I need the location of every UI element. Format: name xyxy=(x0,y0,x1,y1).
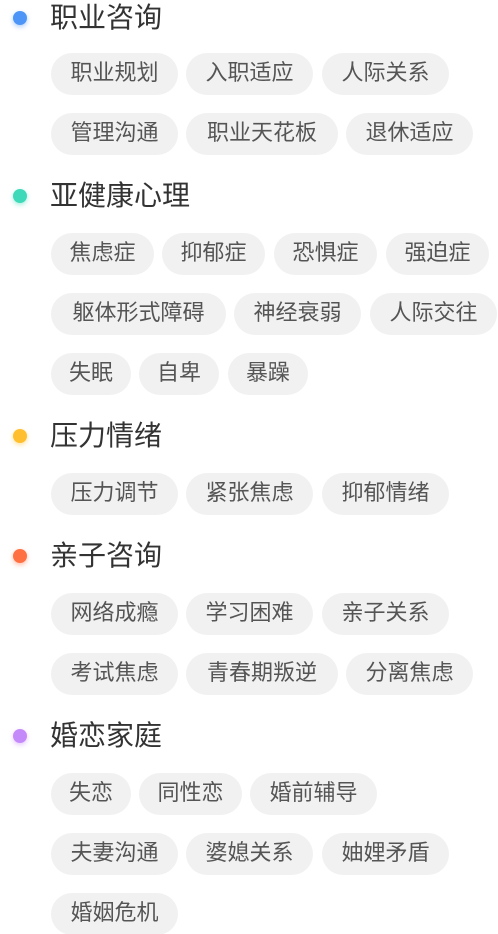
section-header: 亚健康心理 xyxy=(0,178,498,214)
tag-career-planning[interactable]: 职业规划 xyxy=(51,53,178,95)
consultation-categories-page: 职业咨询 职业规划 入职适应 人际关系 管理沟通 职业天花板 退休适应 亚健康心… xyxy=(0,0,498,934)
tag-anxiety-disorder[interactable]: 焦虑症 xyxy=(51,233,154,275)
tag-adolescent-rebellion[interactable]: 青春期叛逆 xyxy=(186,653,338,695)
section-title: 婚恋家庭 xyxy=(50,719,163,752)
tag-irritability[interactable]: 暴躁 xyxy=(228,353,308,395)
tag-phobia[interactable]: 恐惧症 xyxy=(274,233,377,275)
tag-breakup[interactable]: 失恋 xyxy=(51,773,131,815)
teal-dot-icon xyxy=(13,189,27,203)
tag-depressed-mood[interactable]: 抑郁情绪 xyxy=(322,473,449,515)
section-header: 压力情绪 xyxy=(0,418,498,454)
yellow-dot-icon xyxy=(13,429,27,443)
tag-homosexuality[interactable]: 同性恋 xyxy=(139,773,242,815)
tag-onboarding-adaptation[interactable]: 入职适应 xyxy=(186,53,313,95)
section-title: 亚健康心理 xyxy=(50,179,191,212)
tag-retirement-adaptation[interactable]: 退休适应 xyxy=(346,113,473,155)
tag-management-communication[interactable]: 管理沟通 xyxy=(51,113,178,155)
section-header: 亲子咨询 xyxy=(0,538,498,574)
section-title: 压力情绪 xyxy=(50,419,163,452)
section-title: 亲子咨询 xyxy=(50,539,163,572)
section-title: 职业咨询 xyxy=(50,1,163,34)
tag-depression[interactable]: 抑郁症 xyxy=(162,233,265,275)
blue-dot-icon xyxy=(13,11,27,25)
tag-marriage-crisis[interactable]: 婚姻危机 xyxy=(51,893,178,934)
tag-in-law-relations[interactable]: 婆媳关系 xyxy=(186,833,313,875)
orange-dot-icon xyxy=(13,549,27,563)
tag-interpersonal-relations[interactable]: 人际关系 xyxy=(322,53,449,95)
tag-separation-anxiety[interactable]: 分离焦虑 xyxy=(346,653,473,695)
section-header: 婚恋家庭 xyxy=(0,718,498,754)
tag-exam-anxiety[interactable]: 考试焦虑 xyxy=(51,653,178,695)
tag-learning-difficulty[interactable]: 学习困难 xyxy=(186,593,313,635)
tag-stress-regulation[interactable]: 压力调节 xyxy=(51,473,178,515)
tag-neurasthenia[interactable]: 神经衰弱 xyxy=(234,293,361,335)
tag-ocd[interactable]: 强迫症 xyxy=(386,233,489,275)
tag-social-interaction[interactable]: 人际交往 xyxy=(370,293,497,335)
tag-parent-child-relations[interactable]: 亲子关系 xyxy=(322,593,449,635)
tag-internet-addiction[interactable]: 网络成瘾 xyxy=(51,593,178,635)
tag-somatoform-disorder[interactable]: 躯体形式障碍 xyxy=(51,293,226,335)
tag-sister-in-law-conflict[interactable]: 妯娌矛盾 xyxy=(322,833,449,875)
purple-dot-icon xyxy=(13,729,27,743)
tag-premarital-counseling[interactable]: 婚前辅导 xyxy=(250,773,377,815)
tag-career-ceiling[interactable]: 职业天花板 xyxy=(186,113,338,155)
tag-low-self-esteem[interactable]: 自卑 xyxy=(139,353,219,395)
tag-couple-communication[interactable]: 夫妻沟通 xyxy=(51,833,178,875)
tag-tension-anxiety[interactable]: 紧张焦虑 xyxy=(186,473,313,515)
tag-insomnia[interactable]: 失眠 xyxy=(51,353,131,395)
section-header: 职业咨询 xyxy=(0,0,498,36)
